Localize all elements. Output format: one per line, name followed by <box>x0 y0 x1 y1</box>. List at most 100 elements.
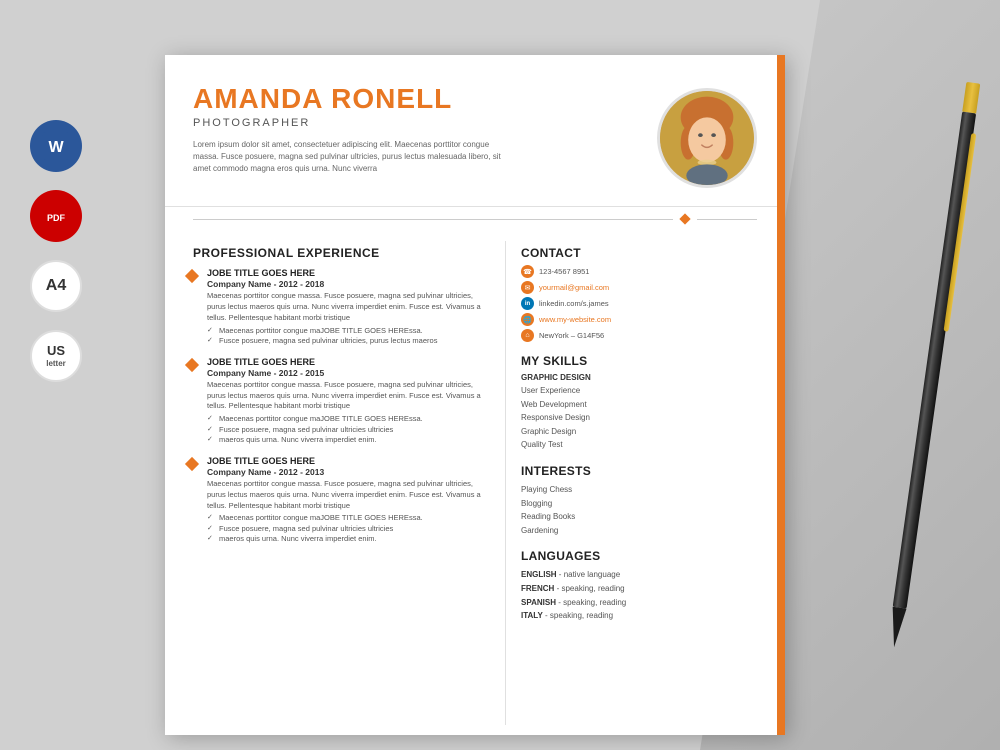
interest-item-2: Blogging <box>521 497 717 511</box>
bullet-2-2: Fusce posuere, magna sed pulvinar ultric… <box>207 425 485 436</box>
exp-item-2: JOBE TITLE GOES HERE Company Name - 2012… <box>193 357 485 446</box>
exp-dot-3 <box>185 457 199 471</box>
interests-section-title: INTERESTS <box>521 464 717 478</box>
divider-diamond <box>679 213 690 224</box>
skills-section-title: MY SKILLS <box>521 354 717 368</box>
lang-name-1: ENGLISH <box>521 570 557 579</box>
exp-item-1: JOBE TITLE GOES HERE Company Name - 2012… <box>193 268 485 347</box>
left-column: PROFESSIONAL EXPERIENCE JOBE TITLE GOES … <box>165 241 505 725</box>
us-letter-icon-badge[interactable]: US letter <box>30 330 82 382</box>
company-2: Company Name - 2012 - 2015 <box>207 368 485 378</box>
bullet-list-1: Maecenas porttitor congue maJOBE TITLE G… <box>207 326 485 347</box>
lang-level-3-text: speaking, reading <box>563 598 626 607</box>
lang-item-1: ENGLISH - native language <box>521 568 717 582</box>
a4-icon-badge[interactable]: A4 <box>30 260 82 312</box>
skill-item-3: Responsive Design <box>521 411 717 425</box>
linkedin-text: linkedin.com/s.james <box>539 299 609 308</box>
exp-desc-1: Maecenas porttitor congue massa. Fusce p… <box>207 291 485 324</box>
location-icon: ⌂ <box>521 329 534 342</box>
left-icons-panel: W PDF A4 US letter <box>30 120 82 382</box>
bullet-list-3: Maecenas porttitor congue maJOBE TITLE G… <box>207 513 485 545</box>
experience-section-title: PROFESSIONAL EXPERIENCE <box>193 246 485 260</box>
word-icon-badge[interactable]: W <box>30 120 82 172</box>
resume-header: AMANDA RONELL PHOTOGRAPHER Lorem ipsum d… <box>165 55 785 207</box>
divider-line-left <box>193 219 673 220</box>
lang-item-4: ITALY - speaking, reading <box>521 609 717 623</box>
job-title-2: JOBE TITLE GOES HERE <box>207 357 485 367</box>
us-label: US <box>47 344 65 358</box>
web-icon: 🌐 <box>521 313 534 326</box>
a4-label: A4 <box>46 277 66 295</box>
interest-item-4: Gardening <box>521 524 717 538</box>
skill-item-1: User Experience <box>521 384 717 398</box>
contact-linkedin: in linkedin.com/s.james <box>521 297 717 310</box>
phone-icon: ☎ <box>521 265 534 278</box>
job-title-1: JOBE TITLE GOES HERE <box>207 268 485 278</box>
website-text: www.my-website.com <box>539 315 611 324</box>
resume-paper: AMANDA RONELL PHOTOGRAPHER Lorem ipsum d… <box>165 55 785 735</box>
candidate-title: PHOTOGRAPHER <box>193 117 657 129</box>
lang-item-2: FRENCH - speaking, reading <box>521 582 717 596</box>
lang-name-2: FRENCH <box>521 584 554 593</box>
exp-dot-2 <box>185 358 199 372</box>
contact-phone: ☎ 123-4567 8951 <box>521 265 717 278</box>
skills-section: MY SKILLS GRAPHIC DESIGN User Experience… <box>521 354 717 452</box>
right-column: CONTACT ☎ 123-4567 8951 ✉ yourmail@gmail… <box>505 241 745 725</box>
bullet-3-3: maeros quis urna. Nunc viverra imperdiet… <box>207 534 485 545</box>
email-text: yourmail@gmail.com <box>539 283 609 292</box>
svg-text:W: W <box>48 139 64 156</box>
interest-item-3: Reading Books <box>521 510 717 524</box>
bullet-1-2: Fusce posuere, magna sed pulvinar ultric… <box>207 336 485 347</box>
pdf-icon-badge[interactable]: PDF <box>30 190 82 242</box>
summary-text: Lorem ipsum dolor sit amet, consectetuer… <box>193 139 503 175</box>
contact-section-title: CONTACT <box>521 246 717 260</box>
lang-level-4-text: speaking, reading <box>550 611 613 620</box>
interests-section: INTERESTS Playing Chess Blogging Reading… <box>521 464 717 537</box>
skill-item-5: Quality Test <box>521 438 717 452</box>
bullet-2-1: Maecenas porttitor congue maJOBE TITLE G… <box>207 414 485 425</box>
exp-desc-3: Maecenas porttitor congue massa. Fusce p… <box>207 479 485 512</box>
languages-section-title: LANGUAGES <box>521 549 717 563</box>
exp-dot-1 <box>185 269 199 283</box>
company-3: Company Name - 2012 - 2013 <box>207 467 485 477</box>
orange-accent-border <box>777 55 785 735</box>
divider-line-right <box>697 219 757 220</box>
resume-body: PROFESSIONAL EXPERIENCE JOBE TITLE GOES … <box>165 231 785 735</box>
lang-level-1-text: native language <box>564 570 621 579</box>
skill-item-4: Graphic Design <box>521 425 717 439</box>
exp-desc-2: Maecenas porttitor congue massa. Fusce p… <box>207 380 485 413</box>
candidate-name: AMANDA RONELL <box>193 83 657 115</box>
bullet-3-1: Maecenas porttitor congue maJOBE TITLE G… <box>207 513 485 524</box>
bullet-list-2: Maecenas porttitor congue maJOBE TITLE G… <box>207 414 485 446</box>
contact-email: ✉ yourmail@gmail.com <box>521 281 717 294</box>
email-icon: ✉ <box>521 281 534 294</box>
contact-section: CONTACT ☎ 123-4567 8951 ✉ yourmail@gmail… <box>521 246 717 342</box>
bullet-3-2: Fusce posuere, magna sed pulvinar ultric… <box>207 524 485 535</box>
skill-item-2: Web Development <box>521 398 717 412</box>
skill-highlight: GRAPHIC DESIGN <box>521 373 717 382</box>
lang-name-4: ITALY <box>521 611 543 620</box>
location-text: NewYork – G14F56 <box>539 331 604 340</box>
lang-item-3: SPANISH - speaking, reading <box>521 596 717 610</box>
candidate-photo <box>657 88 757 188</box>
interest-item-1: Playing Chess <box>521 483 717 497</box>
pen-tip <box>887 607 906 649</box>
lang-name-3: SPANISH <box>521 598 556 607</box>
exp-item-3: JOBE TITLE GOES HERE Company Name - 2012… <box>193 456 485 545</box>
languages-section: LANGUAGES ENGLISH - native language FREN… <box>521 549 717 622</box>
svg-text:PDF: PDF <box>47 213 66 223</box>
linkedin-icon: in <box>521 297 534 310</box>
job-title-3: JOBE TITLE GOES HERE <box>207 456 485 466</box>
header-divider <box>165 215 785 223</box>
contact-website: 🌐 www.my-website.com <box>521 313 717 326</box>
pen-top <box>962 82 980 114</box>
header-left: AMANDA RONELL PHOTOGRAPHER Lorem ipsum d… <box>193 83 657 175</box>
lang-level-2-text: speaking, reading <box>561 584 624 593</box>
company-1: Company Name - 2012 - 2018 <box>207 279 485 289</box>
phone-text: 123-4567 8951 <box>539 267 589 276</box>
bullet-2-3: maeros quis urna. Nunc viverra imperdiet… <box>207 435 485 446</box>
letter-label: letter <box>46 359 66 368</box>
contact-location: ⌂ NewYork – G14F56 <box>521 329 717 342</box>
photo-svg <box>660 88 754 188</box>
bullet-1-1: Maecenas porttitor congue maJOBE TITLE G… <box>207 326 485 337</box>
